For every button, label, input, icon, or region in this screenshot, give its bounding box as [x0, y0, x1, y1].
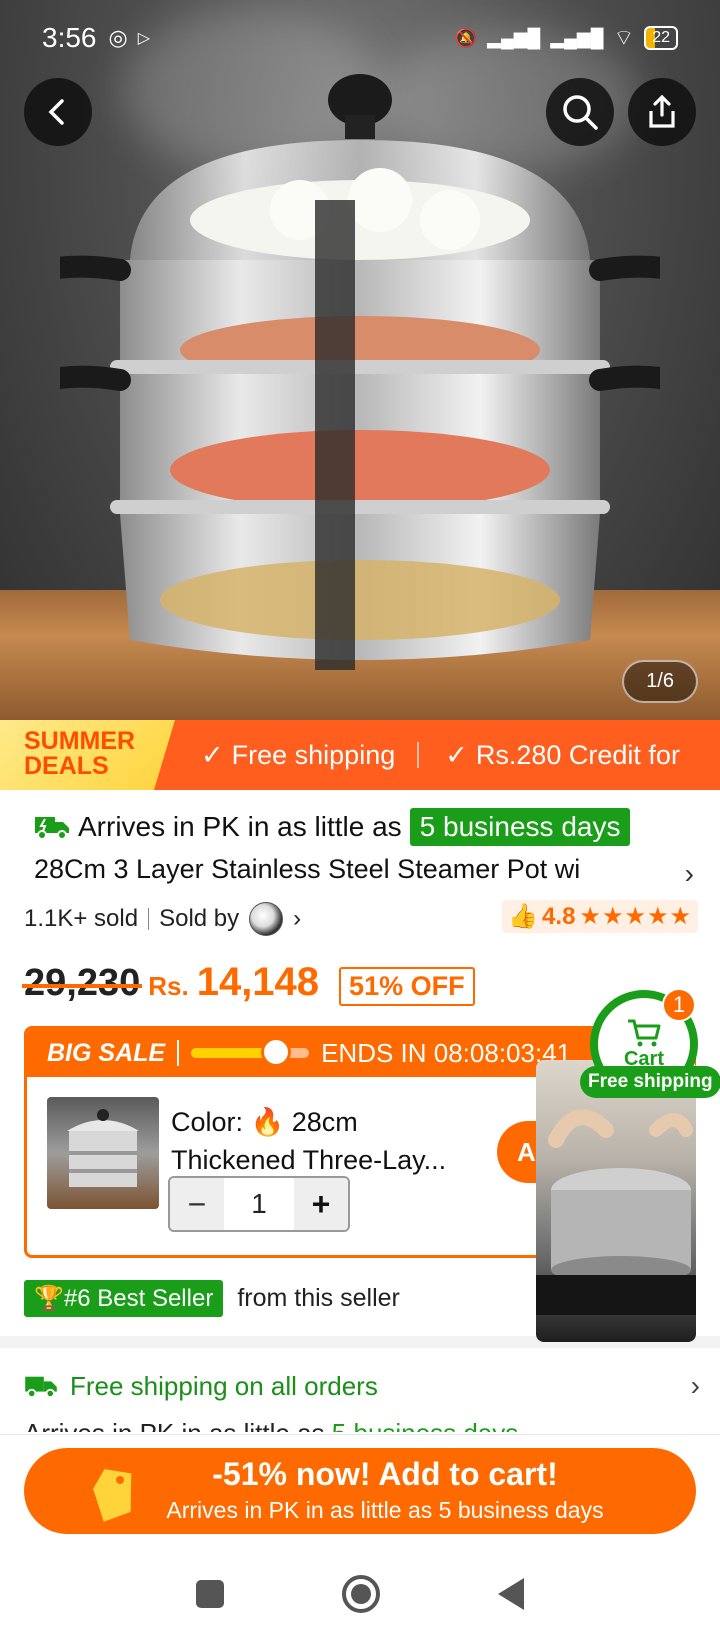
steamer-pot-illustration	[60, 74, 660, 670]
currency: Rs.	[148, 971, 189, 1001]
best-seller-text: #6 Best Seller	[63, 1285, 214, 1312]
divider	[148, 908, 150, 930]
fire-icon: 🔥	[250, 1107, 285, 1137]
product-title-text: 28Cm 3 Layer Stainless Steel Steamer Pot…	[34, 854, 581, 884]
seller-row[interactable]: 1.1K+ sold Sold by ›	[24, 902, 301, 936]
summer-deals-line1: SUMMER	[24, 727, 136, 755]
shipping-subtext-days: 5 business days	[332, 1418, 518, 1432]
variant-thumbnail[interactable]	[47, 1097, 159, 1209]
signal-icon: ▂▄▆█	[550, 27, 604, 48]
free-shipping-label: Free shipping on all orders	[70, 1370, 378, 1401]
whatsapp-icon: ◎	[108, 25, 128, 50]
big-sale-label: BIG SALE	[47, 1038, 166, 1067]
best-seller-suffix: from this seller	[237, 1284, 400, 1312]
quantity-stepper[interactable]: − 1 +	[168, 1176, 350, 1232]
chevron-right-icon: ›	[690, 1370, 700, 1401]
cart-icon	[628, 1019, 661, 1046]
chevron-right-icon[interactable]: ›	[685, 858, 694, 890]
promo-free-shipping-label: Free shipping	[231, 739, 396, 770]
home-button[interactable]	[342, 1575, 380, 1613]
shipping-subtext: Arrives in PK in as little as 5 business…	[24, 1418, 624, 1432]
rating-stars: ★★★★★	[579, 903, 692, 930]
trophy-icon: 🏆	[34, 1285, 64, 1312]
play-icon: ▷	[137, 30, 151, 47]
cart-free-shipping-badge: Free shipping	[580, 1066, 720, 1098]
title-fade	[584, 854, 664, 885]
thumbs-up-icon: 👍	[508, 903, 539, 930]
cart-count-badge: 1	[662, 988, 696, 1022]
delivery-estimate: Arrives in PK in as little as 5 business…	[34, 808, 631, 846]
clock: 3:56	[42, 22, 97, 53]
rating-badge[interactable]: 👍 4.8 ★★★★★	[502, 900, 698, 933]
system-navigation-bar	[0, 1548, 720, 1640]
back-button[interactable]	[24, 78, 92, 146]
status-bar: 3:56 ◎ ▷ 🔕 ▂▄▆█ ▂▄▆█ ⌔ 22	[0, 0, 720, 76]
promo-credit: ✓ Rs.280 Credit for	[419, 740, 680, 771]
discount-badge: 51% OFF	[339, 967, 475, 1006]
signal-icon: ▂▄▆█	[487, 27, 541, 48]
check-icon: ✓	[445, 739, 468, 770]
promo-credit-label: Rs.280 Credit for	[475, 739, 680, 770]
video-frame-illustration	[536, 1109, 696, 1315]
search-icon	[563, 95, 598, 130]
product-page: 1/6 3:56 ◎ ▷ 🔕 ▂▄▆█ ▂▄▆█ ⌔ 22 SUMMER DEA…	[0, 0, 720, 1640]
wifi-icon: ⌔	[613, 25, 635, 50]
sale-countdown: ENDS IN 08:08:03:41	[321, 1037, 572, 1068]
summer-deals-line2: DEALS	[24, 752, 109, 780]
increase-quantity-button[interactable]: +	[294, 1178, 348, 1230]
best-seller-badge: 🏆#6 Best Seller	[24, 1280, 224, 1317]
shipping-subtext-prefix: Arrives in PK in as little as	[24, 1418, 325, 1432]
rating-value: 4.8	[542, 902, 576, 930]
pot-thumbnail-illustration	[67, 1109, 139, 1187]
chevron-right-icon: ›	[293, 905, 302, 932]
divider	[177, 1040, 180, 1066]
summer-deals-badge: SUMMER DEALS	[0, 720, 175, 790]
back-arrow-icon	[48, 99, 64, 125]
clock-icon	[261, 1037, 292, 1067]
best-seller-row[interactable]: 🏆#6 Best Seller from this seller	[24, 1280, 400, 1317]
sale-price: 14,148	[196, 960, 320, 1004]
back-nav-button[interactable]	[498, 1578, 524, 1610]
price-row: 29,230 Rs. 14,148 51% OFF	[21, 960, 475, 1006]
share-icon	[649, 94, 675, 128]
recent-apps-button[interactable]	[196, 1580, 224, 1608]
product-title[interactable]: 28Cm 3 Layer Stainless Steel Steamer Pot…	[34, 854, 694, 885]
promo-strip[interactable]: SUMMER DEALS ✓ Free shipping ✓ Rs.280 Cr…	[0, 720, 720, 790]
battery-indicator: 22	[644, 26, 678, 50]
variant-text: Color: 🔥 28cm Thickened Three-Lay...	[171, 1103, 446, 1179]
add-to-cart-button[interactable]: -51% now! Add to cart! Arrives in PK in …	[24, 1448, 696, 1534]
shipping-info-row[interactable]: Free shipping on all orders ›	[24, 1370, 700, 1402]
delivery-days-badge: 5 business days	[409, 808, 631, 846]
price-tag-icon	[93, 1469, 132, 1522]
check-icon: ✓	[201, 739, 224, 770]
mute-icon: 🔕	[454, 27, 478, 48]
delivery-truck-icon	[35, 817, 69, 840]
search-button[interactable]	[546, 78, 614, 146]
color-label: Color:	[171, 1107, 244, 1137]
sold-by-label: Sold by	[159, 905, 240, 932]
variant-name: Thickened Three-Lay...	[171, 1145, 447, 1175]
sale-progress-bar	[191, 1037, 310, 1067]
quantity-value[interactable]: 1	[224, 1178, 294, 1230]
delivery-prefix: Arrives in PK in as little as	[78, 811, 402, 842]
seller-logo[interactable]	[249, 902, 284, 936]
original-price: 29,230	[21, 962, 143, 1004]
color-value: 28cm	[291, 1107, 358, 1137]
sold-count: 1.1K+ sold	[24, 905, 139, 932]
promo-free-shipping: ✓ Free shipping	[175, 740, 395, 771]
decrease-quantity-button[interactable]: −	[170, 1178, 224, 1230]
delivery-truck-icon	[25, 1376, 57, 1399]
share-button[interactable]	[628, 78, 696, 146]
floating-video-preview[interactable]	[536, 1060, 696, 1342]
add-button-label: A	[517, 1136, 536, 1167]
image-counter: 1/6	[622, 660, 698, 703]
